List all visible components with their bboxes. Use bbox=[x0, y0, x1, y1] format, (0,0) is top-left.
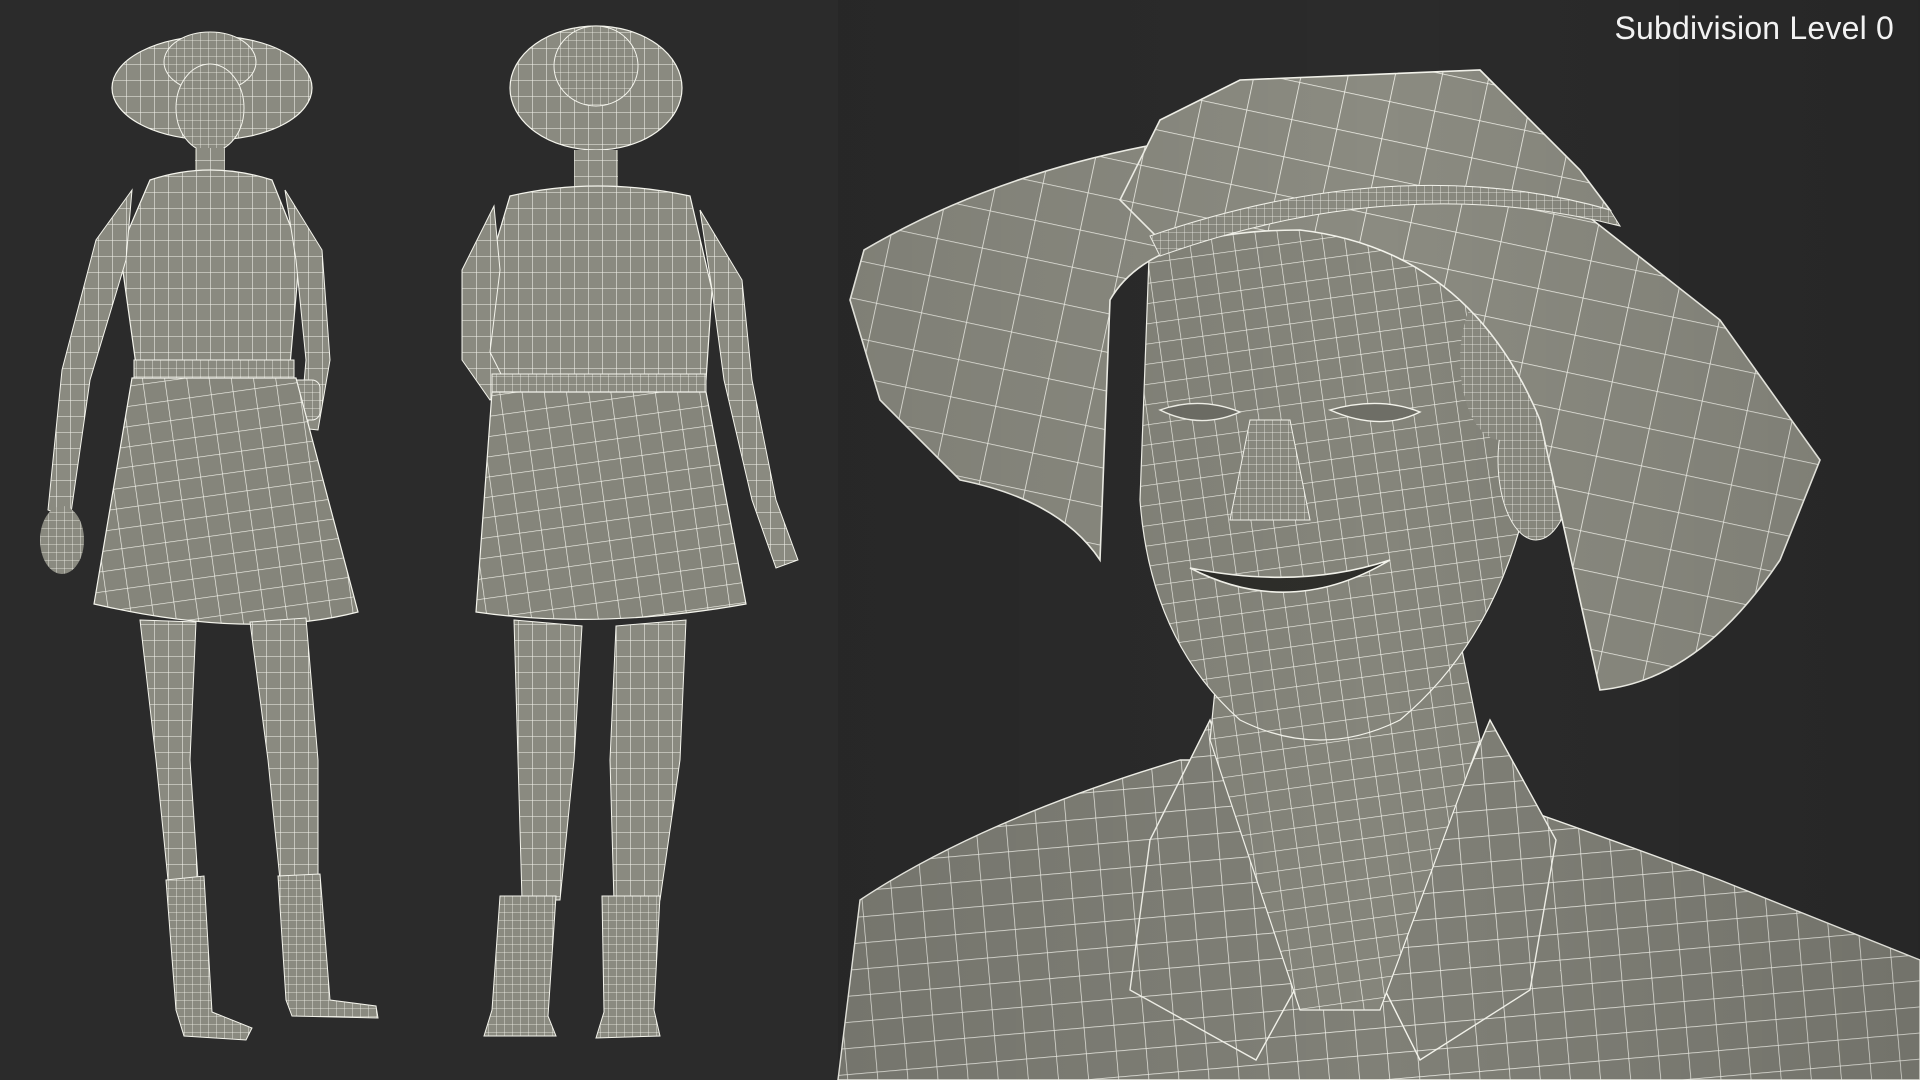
back-belt bbox=[491, 373, 707, 395]
front-hand-right bbox=[40, 506, 84, 574]
closeup-shading bbox=[838, 0, 1920, 1080]
front-belt bbox=[133, 359, 295, 381]
back-boot-left bbox=[595, 895, 661, 1039]
back-boot-right bbox=[483, 895, 557, 1037]
back-hat-crown bbox=[553, 25, 639, 107]
front-shirt bbox=[119, 169, 301, 366]
back-neck bbox=[574, 150, 618, 190]
back-shirt bbox=[481, 185, 713, 381]
head-closeup bbox=[837, 0, 1920, 1080]
front-head bbox=[175, 63, 245, 153]
front-leg-right bbox=[139, 619, 199, 881]
back-leg-right bbox=[513, 619, 583, 901]
back-leg-left bbox=[609, 619, 687, 903]
back-skirt bbox=[475, 391, 747, 620]
front-view-figure bbox=[40, 31, 379, 1041]
subdivision-level-label: Subdivision Level 0 bbox=[1614, 10, 1894, 46]
back-view-figure bbox=[461, 25, 799, 1039]
front-boot-left bbox=[277, 873, 379, 1019]
wireframe-render bbox=[40, 0, 1920, 1080]
front-boot-right bbox=[165, 875, 253, 1041]
front-leg-left bbox=[249, 617, 319, 881]
render-viewport: Subdivision Level 0 bbox=[0, 0, 1920, 1080]
